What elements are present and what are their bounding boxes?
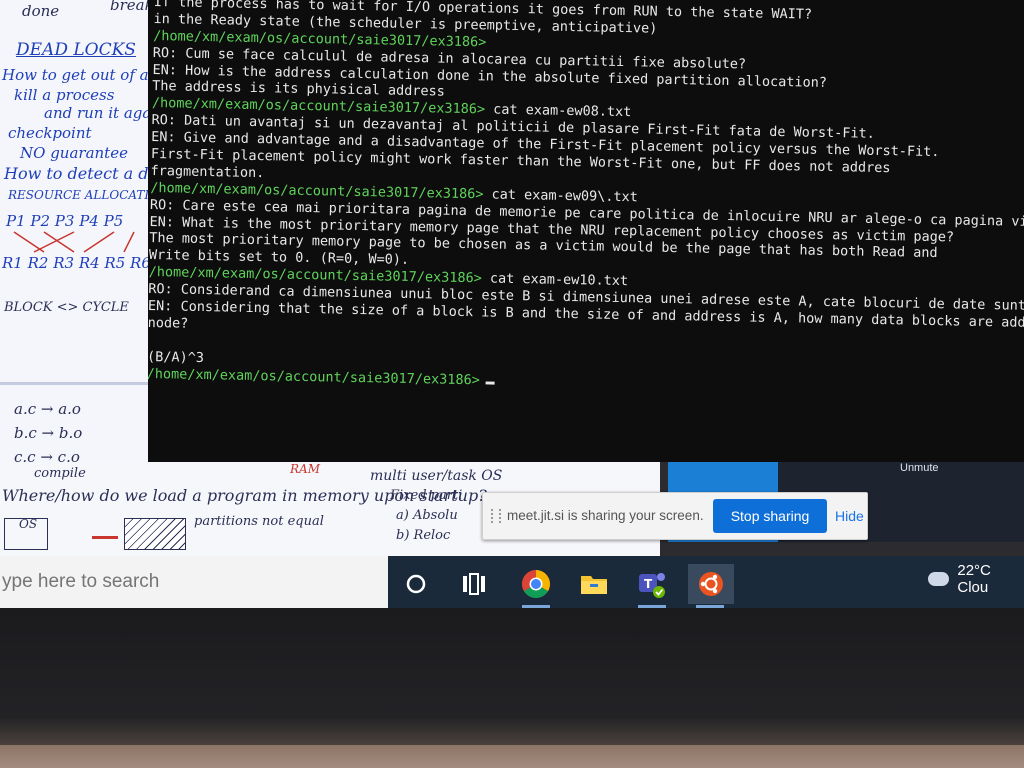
note-guarantee: NO guarantee bbox=[20, 144, 128, 162]
taskbar-search-box[interactable] bbox=[0, 556, 388, 608]
svg-text:T: T bbox=[644, 577, 653, 591]
note-fixed-partitions: Fixed parti bbox=[390, 488, 463, 503]
note-multiuser: multi user/task OS bbox=[370, 468, 503, 484]
note-absolute: a) Absolu bbox=[396, 508, 458, 523]
note-resource-allocation: RESOURCE ALLOCATION bbox=[8, 188, 161, 202]
note-resources: R1 R2 R3 R4 R5 R6 bbox=[2, 254, 151, 272]
sharing-message: meet.jit.si is sharing your screen. bbox=[507, 508, 704, 523]
terminal-window[interactable]: If the process has to wait for I/O opera… bbox=[148, 0, 1024, 462]
note-relocatable: b) Reloc bbox=[396, 528, 451, 543]
ubuntu-running-indicator bbox=[696, 605, 724, 608]
unmute-label: Unmute bbox=[900, 462, 939, 474]
cloud-icon bbox=[928, 572, 950, 586]
note-block-cycle: BLOCK <> CYCLE bbox=[4, 300, 129, 315]
taskbar: T 22°C Clou bbox=[0, 556, 1024, 608]
screen-sharing-bar: meet.jit.si is sharing your screen. Stop… bbox=[482, 492, 868, 540]
note-compile-a: a.c → a.o bbox=[14, 400, 81, 418]
note-deadlocks: DEAD LOCKS bbox=[16, 40, 136, 60]
drag-handle-icon[interactable] bbox=[491, 509, 501, 523]
prompt-command: cat exam-ew10.txt bbox=[489, 270, 629, 290]
note-kill: kill a process bbox=[14, 86, 115, 104]
note-compile: compile bbox=[34, 466, 86, 481]
cortana-icon[interactable] bbox=[396, 564, 436, 604]
prompt-command: cat exam-ew09\.txt bbox=[491, 186, 639, 206]
search-input[interactable] bbox=[0, 556, 382, 608]
note-ram: RAM bbox=[290, 462, 320, 476]
note-done: done bbox=[22, 2, 60, 20]
weather-widget[interactable]: 22°C Clou bbox=[928, 562, 1024, 596]
resource-graph-arrows bbox=[13, 231, 135, 253]
weather-text: 22°C Clou bbox=[957, 562, 991, 596]
note-get-out: How to get out of a d bbox=[2, 66, 161, 84]
note-compile-b: b.c → b.o bbox=[14, 424, 83, 442]
hide-button[interactable]: Hide bbox=[829, 499, 865, 533]
terminal-output: If the process has to wait for I/O opera… bbox=[148, 0, 1024, 399]
prompt-command: cat exam-ew08.txt bbox=[493, 101, 632, 121]
note-detect: How to detect a de bbox=[4, 164, 158, 183]
chrome-icon[interactable] bbox=[516, 564, 556, 608]
red-underline bbox=[92, 536, 118, 539]
task-view-icon[interactable] bbox=[454, 564, 494, 604]
teams-icon[interactable]: T bbox=[632, 564, 672, 608]
memory-diagram-partitions bbox=[124, 518, 186, 550]
whiteboard-panel: done break DEAD LOCKS How to get out of … bbox=[0, 0, 161, 470]
whiteboard-divider bbox=[0, 382, 160, 385]
stop-sharing-button[interactable]: Stop sharing bbox=[713, 499, 827, 533]
chrome-running-indicator bbox=[522, 605, 550, 608]
note-partitions: partitions not equal bbox=[194, 514, 324, 529]
ubuntu-icon[interactable] bbox=[688, 564, 734, 608]
desk-background bbox=[0, 600, 1024, 768]
desk-edge bbox=[0, 745, 1024, 768]
note-checkpoint: checkpoint bbox=[8, 124, 92, 142]
file-explorer-icon[interactable] bbox=[574, 564, 614, 604]
memory-diagram-os: OS bbox=[4, 517, 48, 550]
text-cursor bbox=[485, 381, 495, 385]
teams-running-indicator bbox=[638, 605, 666, 608]
note-run: and run it aga bbox=[44, 104, 152, 122]
